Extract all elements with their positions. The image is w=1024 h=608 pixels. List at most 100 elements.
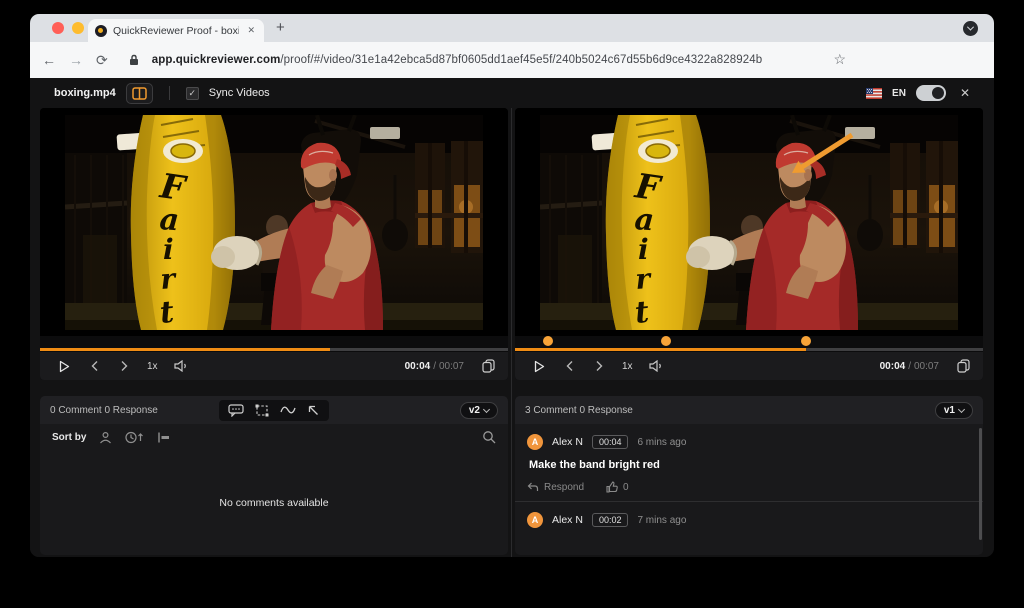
sort-by-timecode-icon[interactable] (157, 431, 171, 444)
forward-icon[interactable]: → (69, 52, 83, 68)
avatar: A (527, 434, 543, 450)
comment-marker[interactable] (543, 336, 553, 346)
comment-marker[interactable] (661, 336, 671, 346)
time-display: 00:04/00:07 (405, 361, 464, 372)
browser-tab[interactable]: QuickReviewer Proof - boxing ✕ (88, 19, 264, 42)
comment-tool-icon[interactable] (228, 404, 244, 417)
comment-timestamp: 6 mins ago (637, 437, 686, 448)
tab-title: QuickReviewer Proof - boxing (113, 25, 239, 37)
prev-frame-button[interactable] (83, 356, 105, 376)
next-frame-button[interactable] (588, 356, 610, 376)
comment-author: Alex N (552, 514, 583, 526)
comment-timestamp: 7 mins ago (637, 515, 686, 526)
volume-icon[interactable] (170, 356, 192, 376)
new-tab-button[interactable]: + (276, 20, 285, 36)
time-display: 00:04/00:07 (880, 361, 939, 372)
comments-body-left: No comments available (40, 450, 508, 555)
scribble-tool-icon[interactable] (280, 405, 296, 415)
timeline-left[interactable] (40, 336, 508, 352)
window-minimize-button[interactable] (72, 22, 84, 34)
progress-track[interactable] (40, 348, 508, 351)
scrollbar[interactable] (979, 428, 982, 540)
avatar: A (527, 512, 543, 528)
reload-icon[interactable]: ⟳ (96, 52, 108, 69)
comment-text: Make the band bright red (529, 459, 971, 471)
video-frame (65, 115, 483, 330)
frames-icon[interactable] (957, 359, 970, 373)
play-button[interactable] (528, 356, 550, 376)
app-close-icon[interactable]: ✕ (960, 86, 970, 100)
annotation-toolbar (219, 400, 329, 421)
comment-item[interactable]: A Alex N 00:02 7 mins ago (515, 501, 983, 536)
comment-meta: A Alex N 00:04 6 mins ago (527, 434, 971, 450)
language-label: EN (892, 88, 906, 99)
us-flag-icon (866, 88, 882, 99)
split-view-button[interactable] (126, 83, 153, 104)
search-icon[interactable] (482, 430, 496, 444)
browser-toolbar: ← → ⟳ app.quickreviewer.com/proof/#/vide… (30, 42, 994, 78)
next-frame-button[interactable] (113, 356, 135, 376)
comments-panel-left: 0 Comment 0 Response v2 Sort by (40, 396, 508, 555)
empty-comments-message: No comments available (219, 497, 328, 509)
volume-icon[interactable] (645, 356, 667, 376)
sync-videos-checkbox[interactable]: ✓ (186, 87, 199, 100)
arrow-tool-icon[interactable] (307, 404, 320, 417)
version-dropdown-left[interactable]: v2 (460, 402, 498, 419)
timecode-badge[interactable]: 00:04 (592, 435, 629, 449)
tab-close-icon[interactable]: ✕ (245, 25, 257, 36)
sort-by-time-icon[interactable] (125, 431, 144, 444)
comments-header-left: 0 Comment 0 Response v2 (40, 396, 508, 424)
timecode-badge[interactable]: 00:02 (592, 513, 629, 527)
player-controls-right: 1x 00:04/00:07 (515, 352, 983, 380)
video-filename: boxing.mp4 (54, 87, 116, 99)
bookmark-star-icon[interactable]: ☆ (833, 51, 846, 68)
back-icon[interactable]: ← (42, 52, 56, 68)
lock-icon (129, 54, 139, 66)
respond-button[interactable]: Respond (527, 482, 584, 493)
comments-header-right: 3 Comment 0 Response v1 (515, 396, 983, 424)
quickreviewer-app: boxing.mp4 ✓ Sync Videos EN ✕ (30, 78, 994, 557)
window-close-button[interactable] (52, 22, 64, 34)
sort-by-user-icon[interactable] (99, 431, 112, 444)
panel-divider (511, 108, 512, 557)
video-canvas-left[interactable] (40, 108, 508, 336)
app-toolbar: boxing.mp4 ✓ Sync Videos EN ✕ (30, 78, 994, 108)
prev-frame-button[interactable] (558, 356, 580, 376)
quickreviewer-favicon-icon (95, 25, 107, 37)
browser-tab-strip: QuickReviewer Proof - boxing ✕ + (30, 14, 994, 42)
playback-speed[interactable]: 1x (622, 361, 633, 372)
left-version-panel: 1x 00:04/00:07 0 Comment 0 Response (40, 108, 508, 557)
play-button[interactable] (53, 356, 75, 376)
thumb-up-icon (606, 481, 618, 493)
chevron-down-icon (483, 405, 490, 412)
video-player-left: 1x 00:04/00:07 (40, 108, 508, 380)
version-dropdown-right[interactable]: v1 (935, 402, 973, 419)
address-bar[interactable]: app.quickreviewer.com/proof/#/video/31e1… (152, 54, 763, 66)
sync-videos-label: Sync Videos (209, 87, 270, 99)
video-canvas-right[interactable] (515, 108, 983, 336)
player-controls-left: 1x 00:04/00:07 (40, 352, 508, 380)
progress-track[interactable] (515, 348, 983, 351)
chevron-down-icon (958, 405, 965, 412)
video-player-right: 1x 00:04/00:07 (515, 108, 983, 380)
like-button[interactable]: 0 (606, 481, 629, 493)
frames-icon[interactable] (482, 359, 495, 373)
comment-author: Alex N (552, 436, 583, 448)
tab-search-button[interactable] (963, 21, 978, 36)
toolbar-divider (169, 86, 170, 100)
comments-summary: 0 Comment 0 Response (50, 405, 158, 416)
progress-fill-left (40, 348, 330, 351)
playback-speed[interactable]: 1x (147, 361, 158, 372)
right-version-panel: 1x 00:04/00:07 3 Comment 0 Response v1 (515, 108, 983, 557)
comment-marker[interactable] (801, 336, 811, 346)
timeline-right[interactable] (515, 336, 983, 352)
comment-actions: Respond 0 (527, 481, 971, 493)
sort-by-label: Sort by (52, 432, 86, 443)
marquee-tool-icon[interactable] (255, 404, 269, 417)
url-domain: app.quickreviewer.com (152, 54, 281, 66)
browser-window: QuickReviewer Proof - boxing ✕ + ← → ⟳ a… (30, 14, 994, 557)
comment-item[interactable]: A Alex N 00:04 6 mins ago Make the band … (515, 424, 983, 501)
sort-bar: Sort by (40, 424, 508, 450)
theme-toggle[interactable] (916, 85, 946, 101)
reply-icon (527, 482, 539, 492)
